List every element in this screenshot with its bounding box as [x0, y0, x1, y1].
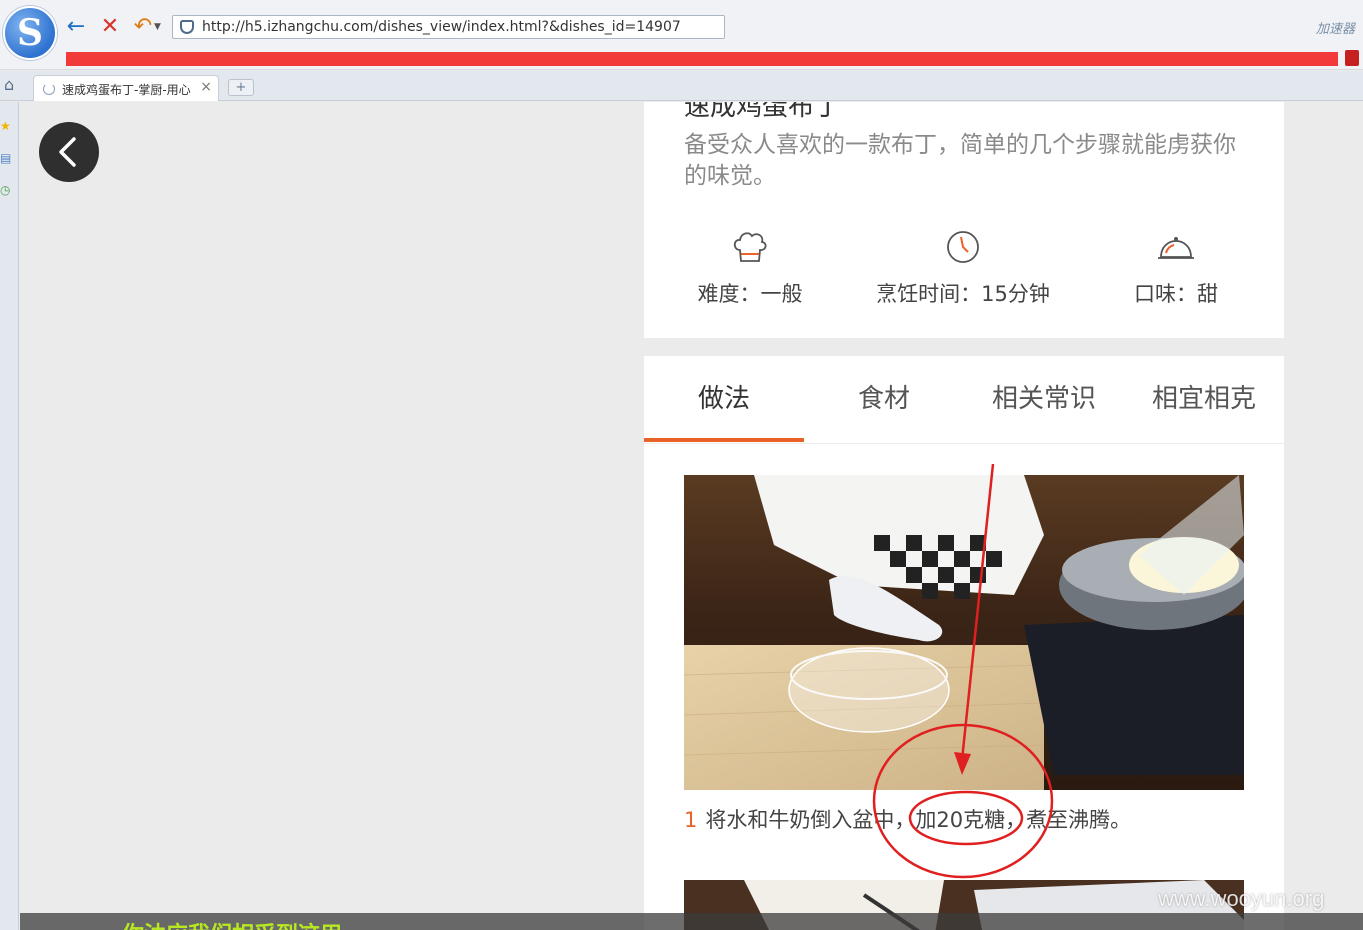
tab-ingredients[interactable]: 食材 — [804, 356, 964, 442]
clock-icon — [947, 231, 979, 263]
stop-icon[interactable]: ✕ — [97, 14, 123, 40]
reading-list-icon[interactable]: ▤ — [0, 152, 13, 165]
tab-knowledge[interactable]: 相关常识 — [964, 356, 1124, 442]
security-shield-icon — [180, 20, 194, 34]
address-url[interactable]: http://h5.izhangchu.com/dishes_view/inde… — [202, 19, 681, 35]
dish-title: 速成鸡蛋布丁 — [684, 102, 841, 122]
browser-tab[interactable]: 速成鸡蛋布丁-掌厨-用心 × — [33, 75, 219, 101]
taste-text: 口味：甜 — [1134, 282, 1218, 306]
recipe-tabs: 做法 食材 相关常识 相宜相克 — [644, 356, 1284, 444]
recipe-column: 速成鸡蛋布丁 备受众人喜欢的一款布丁，简单的几个步骤就能虏获你的味觉。 难度：一… — [644, 102, 1284, 930]
bottom-overlay-bar: 你油应我们相采到这用 — [20, 913, 1363, 930]
watermark: www.wooyun.org — [1158, 886, 1325, 911]
browser-toolbar: S ← ✕ ↶ ▼ http://h5.izhangchu.com/dishes… — [0, 0, 1363, 70]
chevron-left-icon — [59, 137, 76, 167]
step-number: 1 — [684, 808, 698, 832]
dish-description: 备受众人喜欢的一款布丁，简单的几个步骤就能虏获你的味觉。 — [684, 132, 1236, 189]
history-clock-icon[interactable]: ◷ — [0, 184, 13, 197]
new-tab-button[interactable]: + — [228, 79, 254, 96]
favorites-star-icon[interactable]: ★ — [0, 120, 13, 133]
tab-compatibility[interactable]: 相宜相克 — [1124, 356, 1284, 442]
difficulty-stat: 难度：一般 — [650, 230, 850, 308]
redacted-bookmarks-bar — [66, 52, 1338, 66]
accelerator-button[interactable]: 加速器 — [1316, 18, 1355, 37]
bookmark-overflow-icon[interactable] — [1345, 50, 1359, 66]
cloche-icon — [1158, 237, 1194, 259]
steps-list: 1 将水和牛奶倒入盆中，加20克糖，煮至沸腾。 — [644, 444, 1284, 930]
undo-icon[interactable]: ↶ — [130, 14, 156, 40]
overlay-text: 你油应我们相采到这用 — [122, 917, 342, 930]
address-bar[interactable]: http://h5.izhangchu.com/dishes_view/inde… — [172, 15, 725, 39]
intro-card: 速成鸡蛋布丁 备受众人喜欢的一款布丁，简单的几个步骤就能虏获你的味觉。 难度：一… — [644, 102, 1284, 338]
undo-dropdown-icon[interactable]: ▼ — [154, 22, 161, 32]
step-1: 1 将水和牛奶倒入盆中，加20克糖，煮至沸腾。 — [684, 804, 1131, 834]
step-photo — [684, 475, 1244, 790]
close-tab-icon[interactable]: × — [200, 79, 212, 95]
step-text: 将水和牛奶倒入盆中，加20克糖，煮至沸腾。 — [705, 808, 1132, 832]
difficulty-text: 难度：一般 — [697, 282, 803, 306]
taste-stat: 口味：甜 — [1076, 230, 1276, 308]
back-button[interactable] — [39, 122, 99, 182]
tab-method[interactable]: 做法 — [644, 356, 804, 442]
page-viewport: 速成鸡蛋布丁 备受众人喜欢的一款布丁，简单的几个步骤就能虏获你的味觉。 难度：一… — [20, 102, 1363, 930]
active-tab-indicator — [644, 438, 804, 442]
home-icon[interactable]: ⌂ — [4, 77, 20, 93]
tab-title: 速成鸡蛋布丁-掌厨-用心 — [62, 83, 191, 97]
loading-spinner-icon — [43, 83, 55, 95]
cook-time-stat: 烹饪时间：15分钟 — [863, 230, 1063, 308]
step-photo-image — [684, 475, 1244, 790]
chef-hat-icon — [733, 232, 767, 262]
tab-strip: ⌂ 速成鸡蛋布丁-掌厨-用心 × + — [0, 71, 1363, 101]
browser-logo[interactable]: S — [3, 6, 57, 60]
back-arrow-icon[interactable]: ← — [63, 14, 89, 40]
cook-time-text: 烹饪时间：15分钟 — [876, 282, 1050, 306]
sidebar-panel: ★ ▤ ◷ — [0, 102, 19, 930]
